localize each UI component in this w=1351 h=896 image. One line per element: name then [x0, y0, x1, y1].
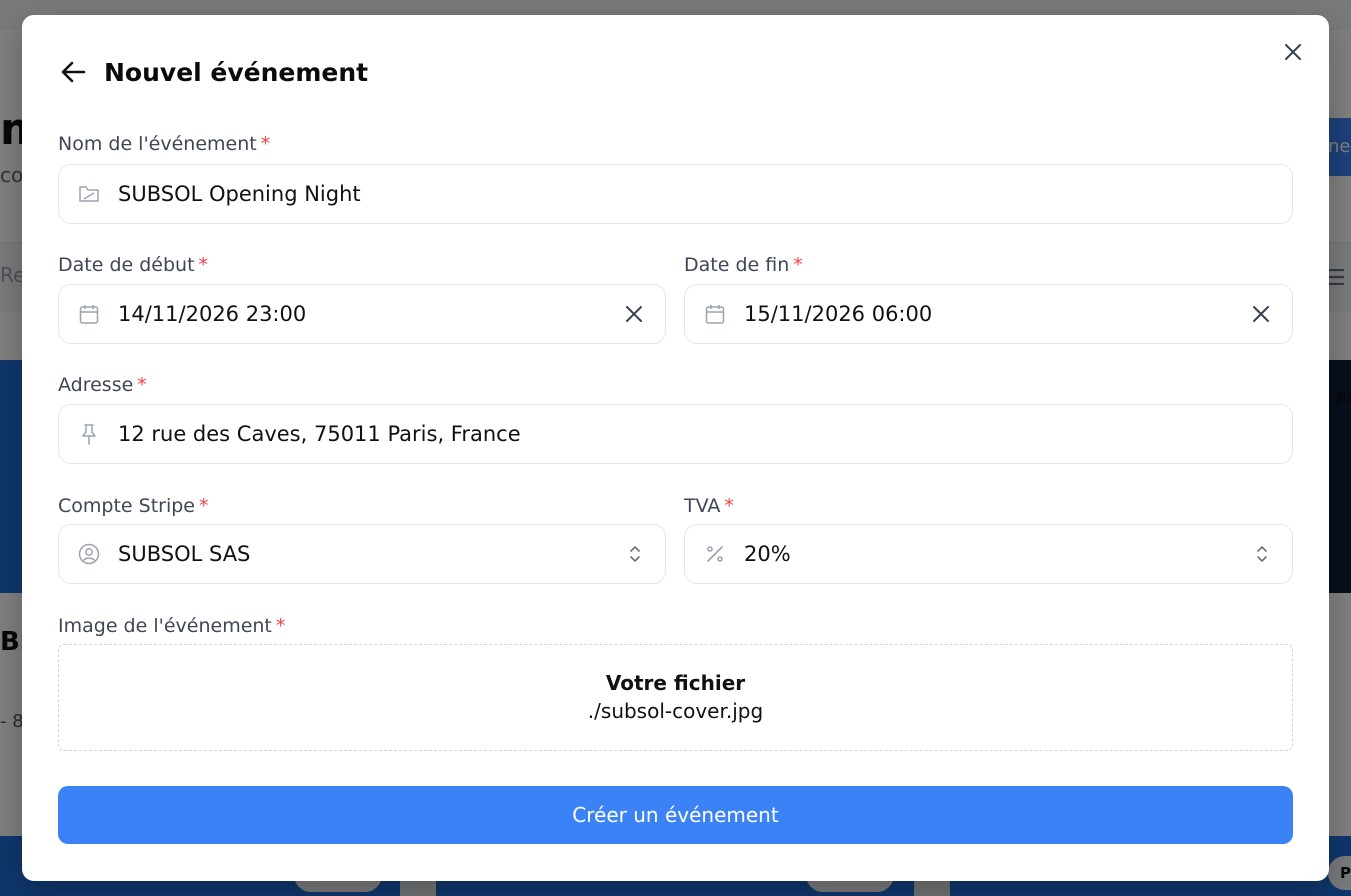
calendar-icon [704, 303, 726, 325]
stripe-account-select[interactable]: SUBSOL SAS [58, 524, 666, 584]
end-date-value[interactable]: 15/11/2026 06:00 [744, 302, 1249, 326]
vat-label-text: TVA [684, 495, 721, 517]
percent-icon [704, 543, 726, 565]
start-date-value[interactable]: 14/11/2026 23:00 [118, 302, 622, 326]
required-mark: * [198, 254, 209, 276]
arrow-left-icon[interactable] [58, 56, 90, 88]
new-event-modal: Nouvel événement Nom de l'événement * SUB… [22, 15, 1329, 881]
start-date-label-text: Date de début [58, 254, 195, 276]
end-date-label-text: Date de fin [684, 254, 790, 276]
event-name-label: Nom de l'événement * [58, 133, 270, 155]
end-date-field[interactable]: 15/11/2026 06:00 [684, 284, 1293, 344]
vat-label: TVA * [684, 495, 734, 517]
file-heading: Votre fichier [605, 671, 746, 695]
required-mark: * [260, 133, 271, 155]
close-icon[interactable] [1280, 39, 1306, 65]
user-circle-icon [78, 543, 100, 565]
address-label: Adresse * [58, 374, 147, 396]
start-date-field[interactable]: 14/11/2026 23:00 [58, 284, 666, 344]
event-name-field[interactable]: SUBSOL Opening Night [58, 164, 1293, 224]
address-field[interactable]: 12 rue des Caves, 75011 Paris, France [58, 404, 1293, 464]
required-mark: * [137, 374, 147, 396]
file-name: ./subsol-cover.jpg [587, 699, 764, 723]
address-value[interactable]: 12 rue des Caves, 75011 Paris, France [118, 422, 1292, 446]
clear-end-date-icon[interactable] [1249, 302, 1273, 326]
vat-value[interactable]: 20% [744, 542, 1253, 566]
stripe-account-label-text: Compte Stripe [58, 495, 195, 517]
event-name-label-text: Nom de l'événement [58, 133, 257, 155]
start-date-label: Date de début * [58, 254, 208, 276]
create-event-button[interactable]: Créer un événement [58, 786, 1293, 844]
clear-start-date-icon[interactable] [622, 302, 646, 326]
modal-header: Nouvel événement [58, 55, 368, 89]
required-mark: * [275, 615, 286, 637]
calendar-icon [78, 303, 100, 325]
stripe-account-label: Compte Stripe * [58, 495, 209, 517]
required-mark: * [724, 495, 734, 517]
required-mark: * [199, 495, 209, 517]
chevron-up-down-icon[interactable] [1253, 542, 1271, 566]
modal-title: Nouvel événement [104, 57, 369, 87]
required-mark: * [793, 254, 803, 276]
chevron-up-down-icon[interactable] [626, 542, 644, 566]
address-label-text: Adresse [58, 374, 134, 396]
end-date-label: Date de fin * [684, 254, 803, 276]
event-name-value[interactable]: SUBSOL Opening Night [118, 182, 1292, 206]
event-image-label-text: Image de l'événement [58, 615, 272, 637]
pin-icon [78, 423, 100, 445]
stripe-account-value[interactable]: SUBSOL SAS [118, 542, 626, 566]
image-dropzone[interactable]: Votre fichier ./subsol-cover.jpg [58, 644, 1293, 751]
folder-icon [78, 183, 100, 205]
vat-select[interactable]: 20% [684, 524, 1293, 584]
event-image-label: Image de l'événement * [58, 615, 285, 637]
